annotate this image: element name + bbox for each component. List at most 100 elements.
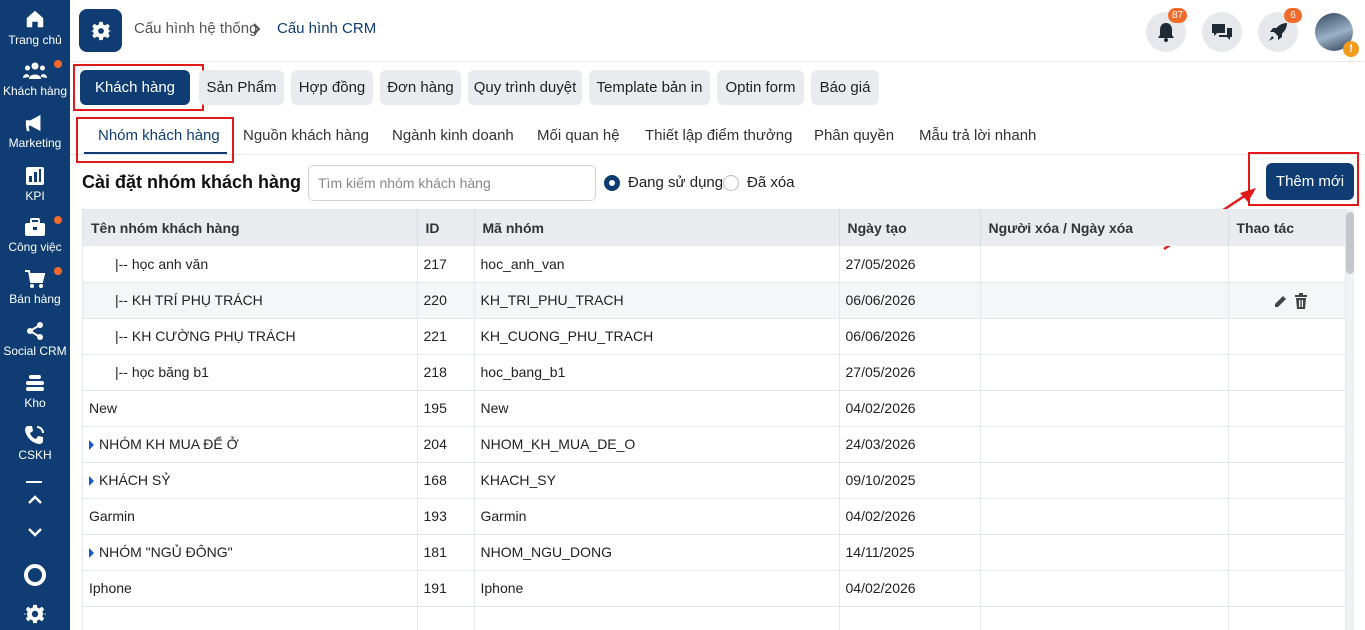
expand-arrow-icon[interactable] <box>89 440 94 451</box>
group-code: New <box>474 390 840 427</box>
divider <box>26 481 42 483</box>
group-id: 218 <box>417 354 475 391</box>
table-row[interactable]: Iphone 191 Iphone 04/02/2026 <box>83 570 1345 607</box>
table-row-partial[interactable] <box>83 606 1345 630</box>
created-date: 06/06/2026 <box>839 318 981 355</box>
group-name-cell: NHÓM "NGỦ ĐÔNG" <box>83 534 418 571</box>
expand-arrow-icon[interactable] <box>89 548 94 559</box>
created-date: 04/02/2026 <box>839 390 981 427</box>
sidebar-item-kpi[interactable]: KPI <box>0 166 70 216</box>
group-code: hoc_bang_b1 <box>474 354 840 391</box>
breadcrumb-parent[interactable]: Cấu hình hệ thống <box>134 20 257 37</box>
subtab-customer-sources[interactable]: Nguồn khách hàng <box>243 127 369 144</box>
created-date: 04/02/2026 <box>839 498 981 535</box>
radio-deleted[interactable] <box>723 175 739 191</box>
group-id: 204 <box>417 426 475 463</box>
search-input[interactable] <box>308 165 596 201</box>
tab-contracts[interactable]: Hợp đồng <box>291 70 373 105</box>
radio-active[interactable] <box>604 175 620 191</box>
tab-optin-form[interactable]: Optin form <box>717 70 804 105</box>
deleted-info <box>980 462 1229 499</box>
radio-deleted-label[interactable]: Đã xóa <box>747 174 795 191</box>
chat-button[interactable] <box>1202 12 1242 52</box>
subtab-relationships[interactable]: Mối quan hệ <box>537 127 620 144</box>
breadcrumb-current: Cấu hình CRM <box>277 20 377 37</box>
gear-icon <box>90 21 111 40</box>
sidebar-item-home[interactable]: Trang chủ <box>0 8 70 58</box>
share-icon <box>27 322 43 340</box>
row-actions <box>1228 570 1345 607</box>
phone-icon <box>25 426 44 444</box>
support-icon[interactable] <box>24 564 46 586</box>
kpi-icon <box>26 167 44 185</box>
table-row[interactable]: |-- KH CƯỜNG PHỤ TRÁCH 221 KH_CUONG_PHU_… <box>83 318 1345 355</box>
column-header: ID <box>417 210 475 246</box>
deleted-info <box>980 246 1229 283</box>
sidebar-item-social-crm[interactable]: Social CRM <box>0 321 70 371</box>
created-date: 27/05/2026 <box>839 354 981 391</box>
sidebar-item-tasks[interactable]: Công việc <box>0 217 70 267</box>
home-icon <box>26 10 44 28</box>
deleted-info <box>980 426 1229 463</box>
chevron-down-icon[interactable] <box>27 526 43 538</box>
column-header: Tên nhóm khách hàng <box>83 210 418 246</box>
table-row[interactable]: New 195 New 04/02/2026 <box>83 390 1345 427</box>
notifications-button[interactable]: 87 <box>1146 8 1188 52</box>
sidebar-item-cskh[interactable]: CSKH <box>0 425 70 475</box>
tab-quotation[interactable]: Báo giá <box>811 70 879 105</box>
table-row[interactable]: Garmin 193 Garmin 04/02/2026 <box>83 498 1345 535</box>
sidebar-item-sales[interactable]: Bán hàng <box>0 269 70 319</box>
tab-products[interactable]: Sản Phẩm <box>199 70 284 105</box>
row-actions <box>1228 354 1345 391</box>
table-row[interactable]: KHÁCH SỶ 168 KHACH_SY 09/10/2025 <box>83 462 1345 499</box>
chat-icon <box>1212 24 1232 40</box>
sidebar-item-label: CSKH <box>18 448 52 462</box>
scrollbar-thumb[interactable] <box>1346 212 1354 274</box>
chevron-up-icon[interactable] <box>27 493 43 505</box>
sidebar-item-customers[interactable]: Khách hàng <box>0 61 70 111</box>
deleted-info <box>980 570 1229 607</box>
row-actions <box>1228 390 1345 427</box>
avatar[interactable]: ! <box>1315 13 1359 57</box>
table-row[interactable]: NHÓM KH MUA ĐỂ Ở 204 NHOM_KH_MUA_DE_O 24… <box>83 426 1345 463</box>
table-header-row: Tên nhóm khách hàng ID Mã nhóm Ngày tạo … <box>83 210 1345 246</box>
radio-active-label[interactable]: Đang sử dụng <box>628 174 723 191</box>
group-code: hoc_anh_van <box>474 246 840 283</box>
tab-print-template[interactable]: Template bản in <box>589 70 710 105</box>
deleted-info <box>980 390 1229 427</box>
sidebar-item-label: KPI <box>25 189 45 203</box>
sidebar-item-label: Bán hàng <box>9 292 61 306</box>
group-name: NHÓM "NGỦ ĐÔNG" <box>99 544 233 560</box>
table-row[interactable]: |-- học băng b1 218 hoc_bang_b1 27/05/20… <box>83 354 1345 391</box>
sidebar-item-warehouse[interactable]: Kho <box>0 373 70 423</box>
tab-orders[interactable]: Đơn hàng <box>380 70 461 105</box>
tab-approval-process[interactable]: Quy trình duyệt <box>468 70 582 105</box>
group-name: |-- học anh văn <box>83 246 418 283</box>
trash-icon[interactable] <box>1294 292 1308 309</box>
subtab-permissions[interactable]: Phân quyền <box>814 127 894 144</box>
group-id: 168 <box>417 462 475 499</box>
created-date: 09/10/2025 <box>839 462 981 499</box>
edit-icon[interactable] <box>1274 294 1288 308</box>
table-row[interactable]: NHÓM "NGỦ ĐÔNG" 181 NHOM_NGU_DONG 14/11/… <box>83 534 1345 571</box>
settings-button[interactable] <box>79 9 122 52</box>
subtab-reward-points[interactable]: Thiết lập điểm thưởng <box>645 127 792 144</box>
column-header: Người xóa / Ngày xóa <box>980 210 1229 246</box>
group-id: 195 <box>417 390 475 427</box>
group-id: 181 <box>417 534 475 571</box>
group-code: Garmin <box>474 498 840 535</box>
rocket-button[interactable]: 6 <box>1258 8 1302 52</box>
sidebar-item-marketing[interactable]: Marketing <box>0 113 70 163</box>
table-row[interactable]: |-- KH TRÍ PHỤ TRÁCH 220 KH_TRI_PHU_TRAC… <box>83 282 1345 319</box>
sidebar: Trang chủ Khách hàng Marketing KPI Công … <box>0 0 70 630</box>
settings-icon[interactable] <box>24 603 46 625</box>
header: Cấu hình hệ thống Cấu hình CRM 87 6 ! <box>70 0 1365 62</box>
expand-arrow-icon[interactable] <box>89 476 94 487</box>
subtab-business-sectors[interactable]: Ngành kinh doanh <box>392 127 514 144</box>
group-id: 193 <box>417 498 475 535</box>
column-header: Ngày tạo <box>839 210 981 246</box>
table-row[interactable]: |-- học anh văn 217 hoc_anh_van 27/05/20… <box>83 246 1345 283</box>
deleted-info <box>980 318 1229 355</box>
subtab-quick-replies[interactable]: Mẫu trả lời nhanh <box>919 127 1036 144</box>
group-id: 217 <box>417 246 475 283</box>
